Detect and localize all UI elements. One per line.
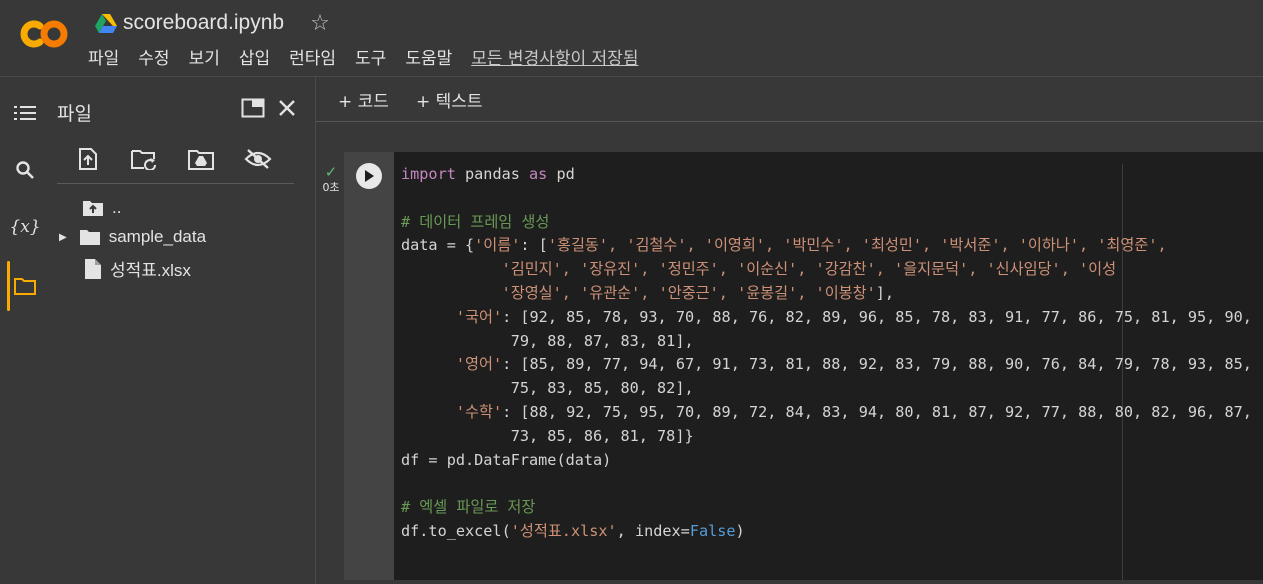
check-icon: ✓ [324,163,338,181]
menu-bar: 파일 수정 보기 삽입 런타임 도구 도움말 모든 변경사항이 저장됨 [88,44,638,69]
top-bar: scoreboard.ipynb ☆ 파일 수정 보기 삽입 런타임 도구 도움… [0,0,1263,77]
add-code-button[interactable]: + 코드 [338,87,389,112]
upload-file-icon[interactable] [73,144,103,174]
folder-icon [79,230,100,245]
play-icon [365,170,374,182]
files-panel-divider [57,183,294,184]
hide-files-icon[interactable] [243,144,273,174]
sidebar-strip: {x} [0,77,50,584]
star-icon[interactable]: ☆ [310,11,330,36]
cell-gutter [344,152,394,580]
notebook-toolbar: + 코드 + 텍스트 [316,77,1263,122]
file-icon [85,258,101,279]
menu-help[interactable]: 도움말 [405,44,452,69]
code-text: import pandas as pd # 데이터 프레임 생성 data = … [401,165,1252,540]
colab-logo[interactable] [18,14,70,54]
files-panel-title: 파일 [57,103,92,125]
menu-runtime[interactable]: 런타임 [289,44,336,69]
folder-up-icon [83,201,103,216]
exec-time: 0초 [322,181,340,194]
menu-file[interactable]: 파일 [88,44,119,69]
files-panel: 파일 .. ▶ sample_data 성적표.xlsx [50,77,316,584]
code-editor[interactable]: import pandas as pd # 데이터 프레임 생성 data = … [394,152,1263,580]
google-drive-icon [95,14,117,33]
tree-item-parent[interactable]: .. [83,198,121,218]
close-icon[interactable] [272,93,302,123]
menu-edit[interactable]: 수정 [138,44,169,69]
run-cell-button[interactable] [356,163,382,189]
notebook-title[interactable]: scoreboard.ipynb [123,11,284,35]
refresh-folder-icon[interactable] [129,144,159,174]
expand-arrow-icon[interactable]: ▶ [59,232,67,243]
cell-exec-status: ✓ 0초 [320,165,342,195]
open-in-tab-icon[interactable] [238,93,268,123]
tree-item-label: 성적표.xlsx [110,261,191,280]
search-icon[interactable] [6,151,44,189]
mount-drive-icon[interactable] [186,144,216,174]
menu-view[interactable]: 보기 [189,44,220,69]
tree-item-sample-data[interactable]: ▶ sample_data [59,227,206,247]
folder-icon[interactable] [6,267,44,305]
add-text-button[interactable]: + 텍스트 [416,87,483,112]
tree-item-label: .. [112,198,122,217]
menu-insert[interactable]: 삽입 [239,44,270,69]
tree-item-xlsx-file[interactable]: 성적표.xlsx [85,256,191,281]
variables-icon[interactable]: {x} [6,208,44,246]
table-of-contents-icon[interactable] [6,94,44,132]
tree-item-label: sample_data [108,227,207,246]
menu-tools[interactable]: 도구 [355,44,386,69]
save-status-link[interactable]: 모든 변경사항이 저장됨 [471,44,638,69]
notebook-main: + 코드 + 텍스트 ✓ 0초 import pandas as pd # 데이… [316,77,1263,584]
